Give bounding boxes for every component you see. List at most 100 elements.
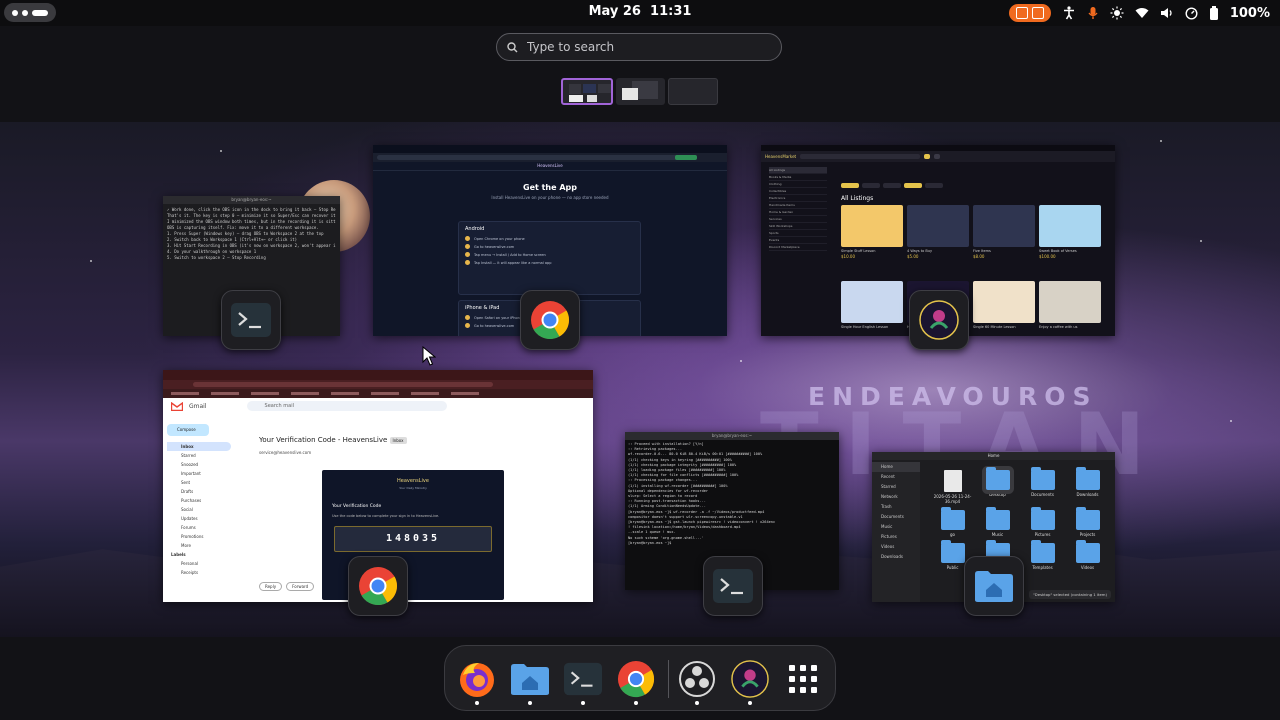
dock-chrome[interactable] — [615, 658, 657, 700]
market-search — [800, 154, 921, 159]
files-sidebar-item: Trash — [881, 504, 892, 509]
mini-window — [569, 95, 583, 102]
files-sidebar-item: Recent — [881, 474, 895, 479]
workspace-thumbnail-2[interactable] — [616, 78, 665, 105]
file-name: Music — [991, 532, 1004, 537]
show-apps-button[interactable] — [782, 658, 824, 700]
dock-heavenslive[interactable] — [729, 658, 771, 700]
market-category: Books & Media — [769, 174, 827, 181]
gmail-nav-item: Drafts — [181, 489, 194, 494]
all-listings-title: All Listings — [841, 195, 874, 202]
files-grid: 2026-05-26 11-24-36.mp4 Desktop Documents D… — [930, 467, 1110, 570]
market-category: Home & Garden — [769, 209, 827, 216]
get-app-heading: Get the App — [523, 183, 577, 192]
active-workspace-pill — [32, 9, 48, 16]
get-app-subheading: Install HeavensLive on your phone — no a… — [491, 195, 609, 200]
reply-bar: Reply Forward — [259, 582, 315, 591]
terminal-line: [bryan@bryan-eos ~]$ — [628, 540, 672, 545]
power-profile-icon[interactable] — [1185, 6, 1198, 20]
listing-image — [973, 281, 1035, 323]
mini-window — [583, 84, 596, 93]
listing-image — [841, 281, 903, 323]
home-folder-icon — [975, 571, 1013, 602]
listing-price: $10.00 — [841, 254, 855, 259]
listing-card: Five Items $8.00 — [973, 205, 1035, 277]
microphone-icon[interactable] — [1087, 6, 1099, 20]
market-pill — [934, 154, 941, 159]
workspace-thumbnail-3[interactable] — [668, 78, 718, 105]
folder-icon — [1075, 467, 1100, 490]
battery-icon[interactable] — [1209, 6, 1219, 20]
market-category: Handmade Items — [769, 202, 827, 209]
screen-recording-indicator[interactable] — [1008, 4, 1051, 22]
mail-view: Your Verification Code - HeavensLive Inb… — [235, 424, 575, 455]
listing-image — [973, 205, 1035, 247]
folder-icon — [1030, 507, 1055, 530]
market-category: All Listings — [769, 167, 827, 174]
gmail-nav: Compose Inbox Starred Snoozed Important Sent… — [167, 424, 231, 577]
otp-title: Your Verification Code — [332, 504, 382, 509]
activities-button[interactable] — [4, 3, 56, 22]
dock-firefox[interactable] — [456, 658, 498, 700]
files-status: "Desktop" selected (containing 1 item) — [1029, 590, 1111, 599]
browser-tabs — [163, 370, 593, 380]
clock-date: May 26 — [588, 4, 641, 19]
files-sidebar-item: Music — [881, 524, 893, 529]
folder-icon — [985, 467, 1010, 490]
gmail-nav-item: Updates — [181, 516, 198, 521]
dock-obs[interactable] — [676, 658, 718, 700]
file-name: Projects — [1079, 532, 1096, 537]
accessibility-icon[interactable] — [1062, 6, 1076, 20]
dock-files[interactable] — [509, 658, 551, 700]
workspace-dot — [12, 9, 18, 16]
listing-card: Simple Stuff Lesson $10.00 — [841, 205, 903, 277]
star — [740, 360, 742, 362]
search-input[interactable] — [525, 39, 749, 55]
market-category: Events — [769, 237, 827, 244]
file-item: Downloads — [1065, 467, 1110, 504]
verification-code: 148035 — [334, 526, 492, 552]
listing-image — [1039, 205, 1101, 247]
chrome-icon — [531, 301, 570, 340]
running-indicator — [475, 701, 479, 705]
folder-icon — [1030, 467, 1055, 490]
file-item: Documents — [1020, 467, 1065, 504]
wallpaper-brand: ENDEAVOUROS — [808, 382, 1098, 411]
overview-search[interactable] — [496, 33, 782, 61]
otp-text: Use the code below to complete your sign… — [332, 514, 440, 518]
mini-window — [569, 84, 581, 94]
gmail-logo: Gmail — [189, 402, 207, 410]
file-name: Desktop — [989, 492, 1006, 497]
file-name: 2026-05-26 11-24-36.mp4 — [933, 494, 972, 504]
files-app-badge — [964, 556, 1024, 616]
market-category: Skill Workshops — [769, 223, 827, 230]
gmail-nav-item: Sent — [181, 480, 191, 485]
open-in-app-button — [675, 155, 697, 160]
folder-icon — [940, 540, 965, 563]
file-item: Templates — [1020, 540, 1065, 570]
listing-title: Single Hour English Lesson — [841, 325, 889, 329]
market-category: Services — [769, 216, 827, 223]
brightness-icon[interactable] — [1110, 6, 1124, 20]
files-sidebar: Home Recent Starred Network Trash Documents Mu… — [872, 462, 920, 602]
terminal-icon — [564, 662, 602, 696]
clock-button[interactable]: May 26 11:31 — [589, 4, 692, 19]
battery-percent[interactable]: 100% — [1230, 6, 1270, 21]
search-icon — [507, 41, 518, 52]
workspace-thumbnail-1[interactable] — [561, 78, 613, 105]
wifi-icon[interactable] — [1135, 7, 1149, 19]
star — [1160, 140, 1162, 142]
file-name: Pictures — [1034, 532, 1051, 537]
terminal-app-badge — [221, 290, 281, 350]
gmail-nav-item: Snoozed — [181, 462, 199, 467]
file-name: go — [950, 532, 955, 537]
android-card: Android Open Chrome on your phone Go to … — [458, 221, 641, 295]
android-step: Tap Install — it will appear like a norm… — [465, 260, 634, 265]
volume-icon[interactable] — [1160, 7, 1174, 19]
dock-terminal[interactable] — [562, 658, 604, 700]
listing-price: $5.00 — [907, 254, 919, 259]
app-grid-icon — [789, 665, 817, 693]
firefox-icon — [460, 663, 494, 697]
running-indicator — [748, 701, 752, 705]
listing-card: 4 Ways to Buy $5.00 — [907, 205, 969, 277]
